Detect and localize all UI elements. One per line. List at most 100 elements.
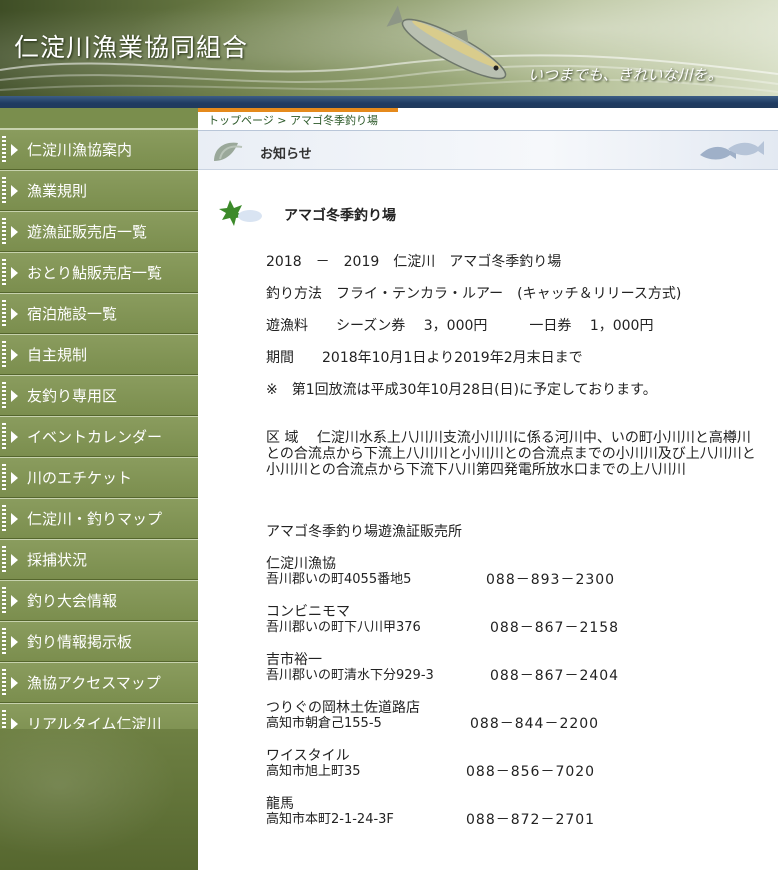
shop-name: 仁淀川漁協	[266, 556, 336, 572]
sidebar-menu-label: 友釣り専用区	[27, 387, 118, 405]
triangle-right-icon	[11, 471, 18, 484]
breadcrumb-home-link[interactable]: トップページ	[208, 114, 274, 127]
shop-name: つりぐの岡林土佐道路店	[266, 700, 420, 716]
sidebar-nav: 仁淀川漁協案内 漁業規則遊漁証販売店一覧おとり鮎販売店一覧宿泊施設一覧 自主規制友釣…	[0, 108, 198, 870]
menu-dots-decoration	[2, 135, 6, 164]
menu-dots-decoration	[2, 422, 6, 451]
menu-dots-decoration	[2, 504, 6, 533]
sidebar-menu-item[interactable]: 川のエチケット	[0, 457, 198, 498]
sidebar-menu-label: 漁協アクセスマップ	[27, 674, 161, 692]
site-header: 仁淀川漁業協同組合 いつまでも、きれいな川を。	[0, 0, 778, 96]
sidebar-menu-item[interactable]: 自主規制	[0, 334, 198, 375]
triangle-right-icon	[11, 512, 18, 525]
sidebar-menu-item[interactable]: おとり鮎販売店一覧	[0, 252, 198, 293]
leaf-icon	[214, 142, 243, 161]
ayu-fish-icon	[386, 5, 507, 80]
sidebar-menu-item[interactable]: 釣り情報掲示板	[0, 621, 198, 662]
shop-phone: 088－867－2158	[490, 620, 620, 636]
shop-name: ワイスタイル	[266, 748, 350, 764]
sidebar-menu-label: 仁淀川漁協案内	[27, 141, 133, 159]
triangle-right-icon	[11, 143, 18, 156]
shop-address: 吾川郡いの町下八川甲376	[266, 620, 421, 635]
shop-phone: 088－844－2200	[470, 716, 600, 732]
section-title: お知らせ	[260, 147, 312, 162]
fish-pair-icon	[700, 141, 764, 160]
shop-address: 高知市本町2-1-24-3F	[266, 812, 394, 827]
sidebar-menu-item[interactable]: 友釣り専用区	[0, 375, 198, 416]
sidebar-menu-item[interactable]: 遊漁証販売店一覧	[0, 211, 198, 252]
sidebar-menu-item[interactable]: 採捕状況	[0, 539, 198, 580]
breadcrumb: トップページ > アマゴ冬季釣り場	[198, 112, 778, 131]
shop-phone: 088－872－2701	[466, 812, 596, 828]
header-divider-bar	[0, 96, 778, 108]
sidebar-menu-label: 遊漁証販売店一覧	[27, 223, 148, 241]
sidebar-menu-item[interactable]: 仁淀川漁協案内	[0, 129, 198, 170]
menu-dots-decoration	[2, 340, 6, 369]
sidebar-menu-label: 採捕状況	[27, 551, 88, 569]
triangle-right-icon	[11, 307, 18, 320]
shop-phone: 088－867－2404	[490, 668, 620, 684]
sidebar-menu-label: 宿泊施設一覧	[27, 305, 118, 323]
triangle-right-icon	[11, 553, 18, 566]
sidebar-menu-item[interactable]: 釣り大会情報	[0, 580, 198, 621]
sidebar-menu-item[interactable]: 仁淀川・釣りマップ	[0, 498, 198, 539]
shop-entry: つりぐの岡林土佐道路店 高知市朝倉己155-5 088－844－2200	[266, 700, 598, 732]
menu-dots-decoration	[2, 176, 6, 205]
shop-name: コンビニモマ	[266, 604, 350, 620]
menu-dots-decoration	[2, 586, 6, 615]
breadcrumb-separator: >	[277, 114, 287, 127]
sidebar-menu-label: 釣り大会情報	[27, 592, 118, 610]
shop-entry: 吉市裕一 吾川郡いの町清水下分929-3 088－867－2404	[266, 652, 618, 684]
shop-address: 高知市旭上町35	[266, 764, 361, 779]
sidebar-menu-label: イベントカレンダー	[27, 428, 163, 446]
shop-name: 龍馬	[266, 796, 294, 812]
section-header: お知らせ	[198, 131, 778, 170]
menu-dots-decoration	[2, 217, 6, 246]
shop-name: 吉市裕一	[266, 652, 322, 668]
menu-dots-decoration	[2, 545, 6, 574]
site-slogan: いつまでも、きれいな川を。	[528, 66, 723, 84]
triangle-right-icon	[11, 594, 18, 607]
sidebar-decoration	[0, 729, 198, 870]
season-line: 2018 － 2019 仁淀川 アマゴ冬季釣り場	[266, 254, 562, 270]
maple-leaf-icon	[219, 200, 262, 226]
shop-phone: 088－856－7020	[466, 764, 596, 780]
shop-entry: ワイスタイル 高知市旭上町35 088－856－7020	[266, 748, 594, 780]
main-content: トップページ > アマゴ冬季釣り場 お知らせ アマゴ冬季釣り場 2018 － 2…	[198, 108, 778, 870]
shop-address: 吾川郡いの町清水下分929-3	[266, 668, 434, 683]
triangle-right-icon	[11, 348, 18, 361]
menu-dots-decoration	[2, 299, 6, 328]
sidebar-menu-item[interactable]: 漁業規則	[0, 170, 198, 211]
sidebar-menu-item[interactable]: 宿泊施設一覧	[0, 293, 198, 334]
release-notice-line: ※ 第1回放流は平成30年10月28日(日)に予定しております。	[266, 382, 657, 398]
shop-address: 高知市朝倉己155-5	[266, 716, 382, 731]
article-title-row: アマゴ冬季釣り場	[198, 190, 778, 240]
menu-dots-decoration	[2, 381, 6, 410]
sidebar-menu-item[interactable]: イベントカレンダー	[0, 416, 198, 457]
sidebar-menu-label: 川のエチケット	[27, 469, 133, 487]
triangle-right-icon	[11, 184, 18, 197]
shop-entry: 仁淀川漁協 吾川郡いの町4055番地5 088－893－2300	[266, 556, 614, 588]
site-title: 仁淀川漁業協同組合	[14, 33, 249, 62]
shop-entry: 龍馬 高知市本町2-1-24-3F 088－872－2701	[266, 796, 594, 828]
triangle-right-icon	[11, 389, 18, 402]
menu-dots-decoration	[2, 463, 6, 492]
method-line: 釣り方法 フライ・テンカラ・ルアー (キャッチ＆リリース方式)	[266, 286, 682, 302]
period-line: 期間 2018年10月1日より2019年2月末日まで	[266, 350, 583, 366]
menu-dots-decoration	[2, 258, 6, 287]
sidebar-menu-label: 仁淀川・釣りマップ	[27, 510, 163, 528]
triangle-right-icon	[11, 676, 18, 689]
shop-entry: コンビニモマ 吾川郡いの町下八川甲376 088－867－2158	[266, 604, 618, 636]
sidebar-menu-label: 自主規制	[27, 346, 88, 364]
area-description: 区 域 仁淀川水系上八川川支流小川川に係る河川中、いの町小川川と高樽川との合流点…	[266, 430, 756, 478]
menu-dots-decoration	[2, 627, 6, 656]
triangle-right-icon	[11, 266, 18, 279]
sidebar-menu: 仁淀川漁協案内 漁業規則遊漁証販売店一覧おとり鮎販売店一覧宿泊施設一覧 自主規制友釣…	[0, 129, 198, 744]
menu-dots-decoration	[2, 668, 6, 697]
sidebar-menu-item[interactable]: 漁協アクセスマップ	[0, 662, 198, 703]
article-title: アマゴ冬季釣り場	[284, 208, 396, 224]
breadcrumb-current: アマゴ冬季釣り場	[290, 114, 378, 127]
shop-address: 吾川郡いの町4055番地5	[266, 572, 412, 587]
sidebar-menu-label: 漁業規則	[27, 182, 88, 200]
triangle-right-icon	[11, 225, 18, 238]
